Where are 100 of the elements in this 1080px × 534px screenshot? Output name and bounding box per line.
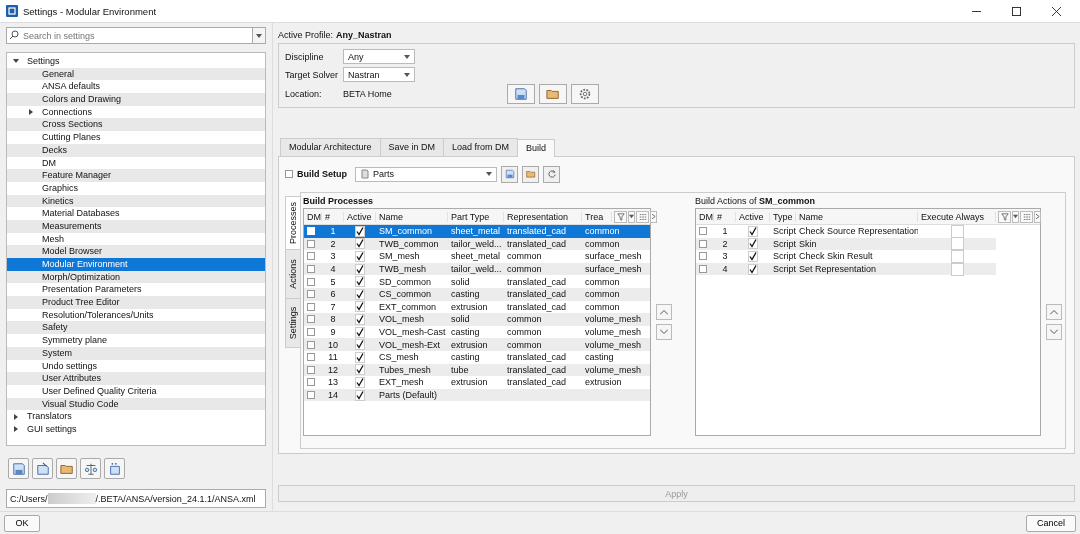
tree-item[interactable]: ANSA defaults bbox=[7, 80, 265, 94]
checkbox[interactable] bbox=[699, 227, 707, 236]
save-button[interactable] bbox=[501, 165, 518, 183]
tree-item[interactable]: Visual Studio Code bbox=[7, 397, 265, 411]
tree-item[interactable]: Mesh bbox=[7, 232, 265, 246]
checkbox[interactable] bbox=[307, 328, 315, 337]
tree-item[interactable]: Cutting Planes bbox=[7, 131, 265, 144]
side-tab[interactable]: Actions bbox=[285, 249, 300, 299]
side-tab[interactable]: Processes bbox=[285, 196, 300, 250]
checkbox[interactable] bbox=[307, 315, 315, 324]
tree-item[interactable]: Colors and Drawing bbox=[7, 93, 265, 106]
checkbox[interactable] bbox=[307, 340, 315, 349]
table-row[interactable]: 8 VOL_mesh solid common volume_mesh bbox=[304, 313, 650, 326]
column-header[interactable]: Part Type bbox=[448, 211, 504, 222]
tree-item[interactable]: User Defined Quality Criteria bbox=[7, 384, 265, 398]
column-header[interactable]: # bbox=[714, 211, 736, 222]
checkbox[interactable] bbox=[285, 170, 293, 178]
checkbox[interactable] bbox=[307, 365, 315, 374]
tree-item[interactable]: System bbox=[7, 346, 265, 360]
expand-arrow-icon[interactable] bbox=[13, 58, 19, 65]
table-row[interactable]: 13 EXT_mesh extrusion translated_cad extrusion bbox=[304, 376, 650, 389]
close-icon[interactable] bbox=[1052, 6, 1061, 16]
scroll-right-button[interactable] bbox=[1034, 210, 1041, 223]
checkbox[interactable] bbox=[307, 290, 315, 299]
tree-item[interactable]: Feature Manager bbox=[7, 169, 265, 182]
tree-item[interactable]: Product Tree Editor bbox=[7, 296, 265, 309]
tree-item[interactable]: Resolution/Tolerances/Units bbox=[7, 308, 265, 322]
column-header[interactable]: Name bbox=[376, 211, 448, 222]
checkmark-icon[interactable] bbox=[355, 389, 365, 401]
checkmark-icon[interactable] bbox=[355, 364, 365, 376]
tree-item[interactable]: GUI settings bbox=[7, 422, 265, 436]
dropdown[interactable]: Nastran bbox=[343, 67, 415, 82]
checkbox[interactable] bbox=[699, 252, 707, 261]
refresh-button[interactable] bbox=[543, 165, 560, 183]
tree-item[interactable]: General bbox=[7, 67, 265, 81]
expand-arrow-icon[interactable] bbox=[13, 426, 19, 433]
tab[interactable]: Build bbox=[517, 139, 556, 157]
checkbox[interactable] bbox=[307, 265, 315, 274]
table-row[interactable]: 6 CS_common casting translated_cad common bbox=[304, 287, 650, 301]
column-header[interactable]: Name bbox=[796, 211, 918, 222]
new-file-button[interactable] bbox=[104, 458, 125, 479]
table-row[interactable]: 12 Tubes_mesh tube translated_cad volume_mesh bbox=[304, 363, 650, 377]
dropdown[interactable]: Any bbox=[343, 49, 415, 64]
checkbox[interactable] bbox=[307, 391, 315, 399]
checkbox[interactable] bbox=[950, 237, 964, 251]
tree-item[interactable]: Settings bbox=[7, 55, 265, 68]
tab[interactable]: Modular Architecture bbox=[280, 138, 381, 156]
expand-arrow-icon[interactable] bbox=[28, 109, 34, 116]
columns-button[interactable] bbox=[636, 210, 649, 223]
tree-item[interactable]: Material Databases bbox=[7, 207, 265, 220]
checkbox[interactable] bbox=[699, 239, 707, 248]
compare-button[interactable] bbox=[80, 458, 101, 479]
checkbox[interactable] bbox=[307, 353, 315, 362]
move-up-button[interactable] bbox=[1046, 304, 1062, 320]
tree-item[interactable]: Undo settings bbox=[7, 359, 265, 373]
checkmark-icon[interactable] bbox=[355, 326, 365, 338]
column-header[interactable]: Trea bbox=[582, 211, 612, 222]
checkmark-icon[interactable] bbox=[748, 225, 758, 237]
checkmark-icon[interactable] bbox=[355, 238, 365, 250]
open-folder-button[interactable] bbox=[56, 458, 77, 479]
move-down-button[interactable] bbox=[1046, 324, 1062, 340]
checkbox[interactable] bbox=[307, 378, 315, 387]
column-header[interactable]: Execute Always bbox=[918, 211, 996, 222]
tree-item[interactable]: Translators bbox=[7, 410, 265, 423]
checkmark-icon[interactable] bbox=[748, 251, 758, 262]
move-down-button[interactable] bbox=[656, 324, 672, 340]
tree-item[interactable]: Graphics bbox=[7, 181, 265, 195]
checkmark-icon[interactable] bbox=[748, 263, 758, 275]
checkmark-icon[interactable] bbox=[355, 288, 365, 300]
scroll-right-button[interactable] bbox=[650, 210, 657, 223]
column-header[interactable]: Active bbox=[344, 211, 376, 222]
checkmark-icon[interactable] bbox=[355, 225, 365, 237]
checkmark-icon[interactable] bbox=[748, 238, 758, 250]
checkbox[interactable] bbox=[699, 265, 707, 274]
save-as-button[interactable] bbox=[32, 458, 53, 479]
dropdown-button[interactable] bbox=[628, 210, 635, 223]
table-row[interactable]: 5 SD_common solid translated_cad common bbox=[304, 275, 650, 288]
save-button[interactable] bbox=[507, 83, 535, 104]
tree-item[interactable]: DM bbox=[7, 156, 265, 170]
settings-button[interactable] bbox=[571, 83, 599, 104]
dropdown-button[interactable] bbox=[1012, 210, 1019, 223]
table-row[interactable]: 14 Parts (Default) bbox=[304, 388, 650, 402]
table-row[interactable]: 1 SM_common sheet_metal translated_cad common bbox=[304, 225, 650, 238]
table-row[interactable]: 11 CS_mesh casting translated_cad casting bbox=[304, 350, 650, 364]
column-header[interactable]: Active bbox=[736, 211, 770, 222]
cancel-button[interactable]: Cancel bbox=[1026, 514, 1076, 532]
tree-item[interactable]: User Attributes bbox=[7, 372, 265, 385]
dropdown[interactable]: Parts bbox=[355, 166, 497, 182]
tree-item[interactable]: Kinetics bbox=[7, 194, 265, 208]
tree-item[interactable]: Symmetry plane bbox=[7, 334, 265, 347]
column-header[interactable]: # bbox=[322, 211, 344, 222]
checkbox[interactable] bbox=[307, 302, 315, 311]
table-row[interactable]: 9 VOL_mesh-Cast casting common volume_mesh bbox=[304, 325, 650, 339]
table-row[interactable]: 10 VOL_mesh-Ext extrusion common volume_mesh bbox=[304, 338, 650, 351]
checkbox[interactable] bbox=[307, 277, 315, 286]
tree-item[interactable]: Model Browser bbox=[7, 245, 265, 258]
column-header[interactable]: DM bbox=[696, 211, 714, 222]
table-row[interactable]: 3 SM_mesh sheet_metal common surface_mesh bbox=[304, 250, 650, 263]
tree-item[interactable]: Decks bbox=[7, 143, 265, 157]
column-header[interactable]: Representation bbox=[504, 211, 582, 222]
